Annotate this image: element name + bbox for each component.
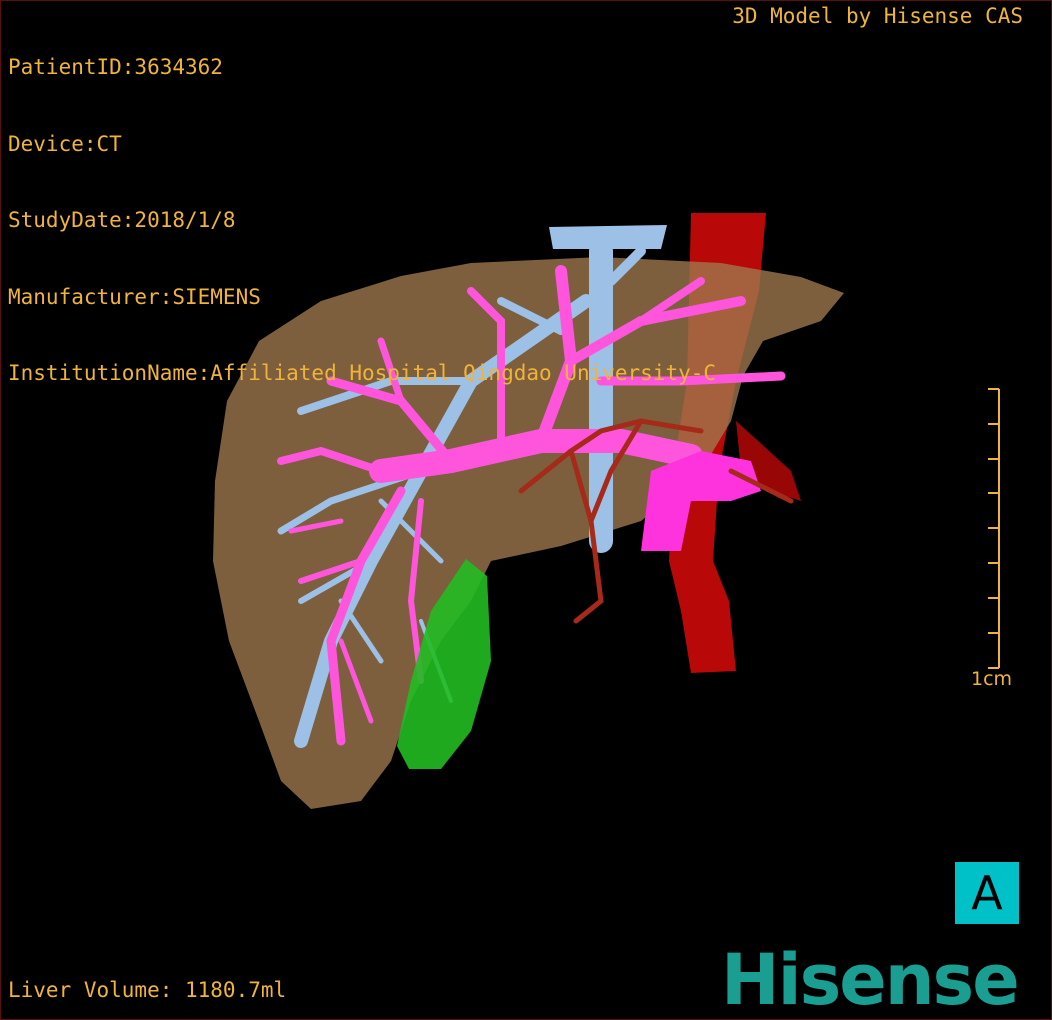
3d-viewport[interactable]: PatientID:3634362 Device:CT StudyDate:20…: [0, 0, 1052, 1020]
institution-name: InstitutionName:Affiliated Hospital Qing…: [8, 361, 717, 385]
orientation-label: A: [971, 866, 1003, 920]
orientation-button[interactable]: A: [955, 862, 1019, 924]
patient-id: PatientID:3634362: [8, 55, 223, 79]
patient-info-overlay: PatientID:3634362 Device:CT StudyDate:20…: [8, 4, 716, 438]
scale-bar-label: 1cm: [971, 668, 1013, 690]
scale-bar: [988, 388, 1000, 669]
device: Device:CT: [8, 131, 122, 156]
study-date: StudyDate:2018/1/8: [8, 208, 236, 232]
manufacturer: Manufacturer:SIEMENS: [8, 284, 261, 309]
hisense-logo: Hisense: [721, 939, 1020, 1020]
liver-volume: Liver Volume: 1180.7ml: [8, 978, 287, 1002]
model-credit: 3D Model by Hisense CAS: [732, 4, 1023, 28]
